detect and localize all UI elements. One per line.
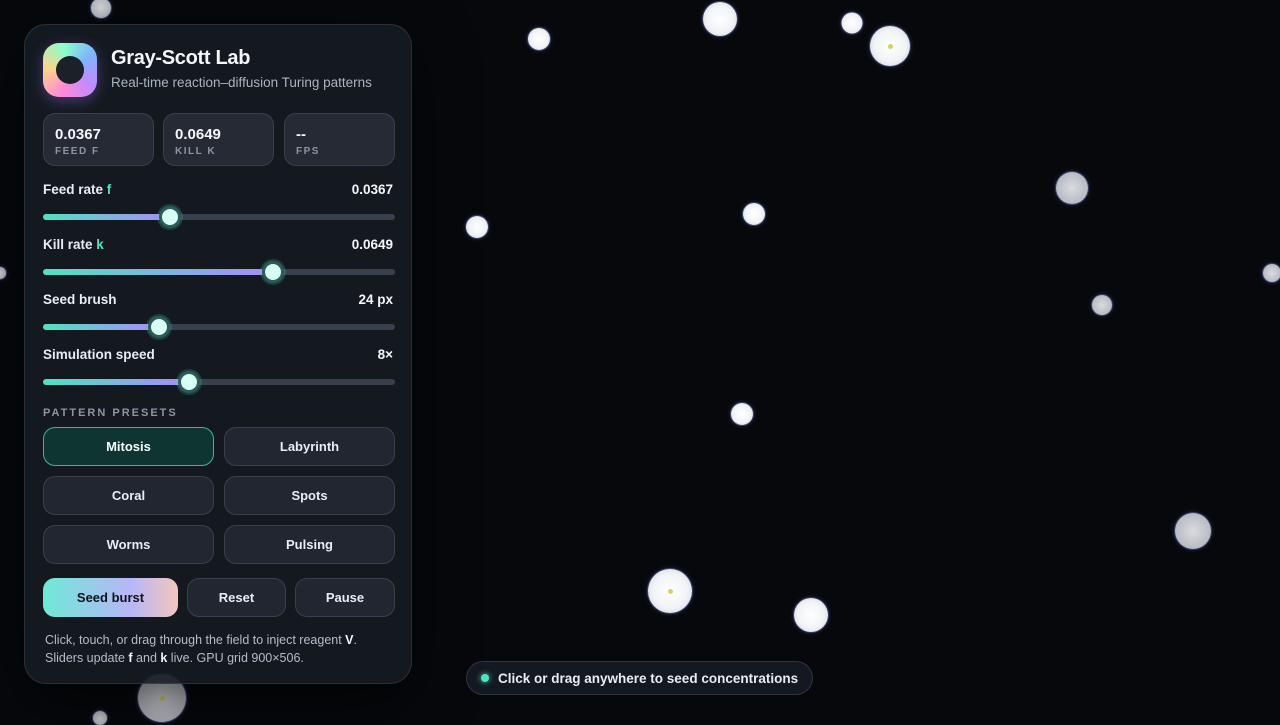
seed-burst-button[interactable]: Seed burst (43, 578, 178, 617)
reagent-spot (731, 403, 753, 425)
presets-heading: PATTERN PRESETS (43, 407, 178, 419)
stat-kill-label: KILL K (175, 146, 217, 157)
reagent-spot (841, 12, 863, 34)
feed-rate-fill (43, 214, 171, 220)
reagent-spot (870, 26, 910, 66)
reagent-spot (743, 203, 765, 225)
stat-fps-value: -- (296, 126, 306, 143)
preset-worms-button[interactable]: Worms (43, 525, 214, 564)
control-panel: Gray-Scott Lab Real-time reaction–diffus… (24, 24, 412, 684)
stat-feed-value: 0.0367 (55, 126, 101, 143)
reagent-spot (794, 598, 828, 632)
kill-rate-label: Kill rate k (43, 237, 104, 252)
stat-feed-label: FEED F (55, 146, 100, 157)
seed-hint-pill: Click or drag anywhere to seed concentra… (466, 661, 814, 695)
reagent-spot (466, 216, 488, 238)
sim-speed-value: 8× (377, 347, 393, 362)
kill-rate-value: 0.0649 (351, 237, 393, 252)
stat-feed: 0.0367 FEED F (43, 113, 154, 166)
seed-brush-fill (43, 324, 160, 330)
preset-coral-button[interactable]: Coral (43, 476, 214, 515)
seed-hint-text: Click or drag anywhere to seed concentra… (498, 670, 799, 686)
seed-brush-label: Seed brush (43, 292, 117, 307)
reagent-spot (1092, 295, 1112, 315)
feed-rate-value: 0.0367 (351, 182, 393, 197)
kill-rate-slider[interactable] (43, 261, 395, 283)
app-subtitle: Real-time reaction–diffusion Turing patt… (111, 75, 372, 90)
preset-labyrinth-button[interactable]: Labyrinth (224, 427, 395, 466)
stat-kill: 0.0649 KILL K (163, 113, 274, 166)
stat-fps: -- FPS (284, 113, 395, 166)
reagent-spot (528, 28, 550, 50)
reagent-spot (0, 267, 6, 279)
reagent-spot (648, 569, 692, 613)
reagent-spot (93, 711, 107, 725)
reagent-spot (1056, 172, 1088, 204)
feed-rate-slider[interactable] (43, 206, 395, 228)
sim-speed-thumb[interactable] (178, 371, 201, 393)
stat-kill-value: 0.0649 (175, 126, 221, 143)
pause-button[interactable]: Pause (295, 578, 395, 617)
app-logo-icon (43, 43, 97, 97)
feed-rate-thumb[interactable] (159, 206, 182, 228)
stat-fps-label: FPS (296, 146, 320, 157)
preset-spots-button[interactable]: Spots (224, 476, 395, 515)
kill-rate-fill (43, 269, 273, 275)
feed-rate-label: Feed rate f (43, 182, 112, 197)
help-text: Click, touch, or drag through the field … (45, 633, 357, 665)
reset-button[interactable]: Reset (187, 578, 286, 617)
sim-speed-fill (43, 379, 190, 385)
app-title: Gray-Scott Lab (111, 47, 251, 69)
reagent-spot (703, 2, 737, 36)
kill-rate-thumb[interactable] (261, 261, 284, 283)
status-dot-icon (481, 674, 489, 682)
reagent-spot (91, 0, 111, 18)
reagent-spot (1263, 264, 1280, 282)
preset-mitosis-button[interactable]: Mitosis (43, 427, 214, 466)
seed-brush-value: 24 px (358, 292, 393, 307)
preset-pulsing-button[interactable]: Pulsing (224, 525, 395, 564)
sim-speed-label: Simulation speed (43, 347, 155, 362)
reagent-spot (1175, 513, 1211, 549)
sim-speed-slider[interactable] (43, 371, 395, 393)
seed-brush-slider[interactable] (43, 316, 395, 338)
seed-brush-thumb[interactable] (148, 316, 171, 338)
